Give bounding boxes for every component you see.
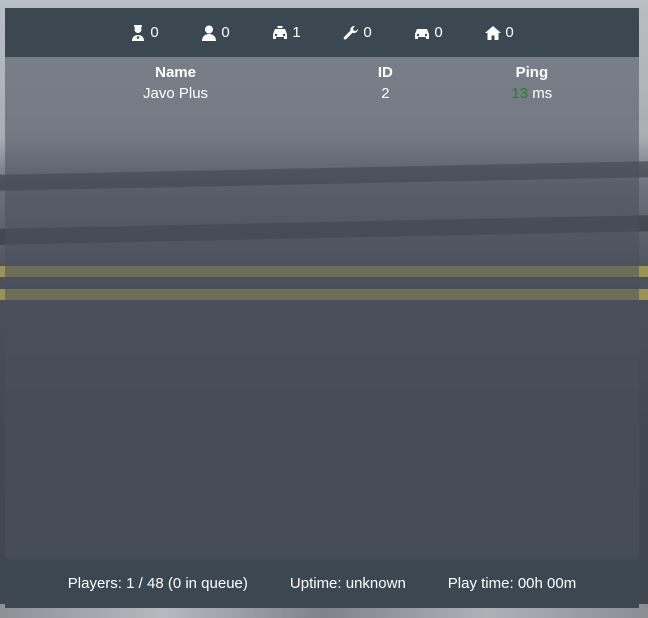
player-name: Javo Plus (143, 85, 209, 102)
stat-civilian: 0 (180, 24, 251, 41)
stats-bar: 0 0 1 0 0 0 (5, 8, 639, 57)
taxi-icon (272, 25, 288, 41)
stat-police-count: 0 (150, 24, 159, 41)
column-header-name: Name (155, 64, 196, 81)
stat-mechanic-count: 0 (363, 24, 372, 41)
wrench-icon (343, 25, 359, 41)
ping-unit: ms (532, 85, 553, 102)
stat-taxi-count: 1 (292, 24, 301, 41)
player-table: Name ID Ping Javo Plus 2 13 ms (5, 64, 639, 106)
stat-civilian-count: 0 (221, 24, 230, 41)
column-header-id: ID (377, 64, 393, 81)
stat-real-estate-count: 0 (505, 24, 514, 41)
ping-value: 13 (511, 85, 529, 102)
table-header-row: Name ID Ping (5, 64, 639, 81)
status-footer: Players: 1 / 48 (0 in queue) Uptime: unk… (5, 559, 639, 608)
police-officer-icon (130, 24, 146, 41)
stat-police: 0 (109, 24, 180, 41)
uptime: Uptime: unknown (289, 575, 406, 592)
stat-mechanic: 0 (322, 24, 393, 41)
player-id: 2 (381, 85, 390, 102)
players-count: Players: 1 / 48 (0 in queue) (67, 575, 248, 592)
play-time: Play time: 00h 00m (447, 575, 577, 592)
stat-real-estate: 0 (464, 24, 535, 41)
stat-taxi: 1 (251, 24, 322, 41)
column-header-ping: Ping (515, 64, 549, 81)
stat-car-dealer-count: 0 (434, 24, 443, 41)
stat-car-dealer: 0 (393, 24, 464, 41)
home-icon (485, 25, 502, 41)
user-icon (201, 25, 217, 41)
car-icon (414, 25, 430, 41)
scoreboard-panel: 0 0 1 0 0 0 Name ID Ping Javo Plus 2 13 … (5, 8, 639, 608)
player-ping: 13 ms (425, 81, 639, 106)
table-row: Javo Plus 2 13 ms (5, 81, 639, 106)
